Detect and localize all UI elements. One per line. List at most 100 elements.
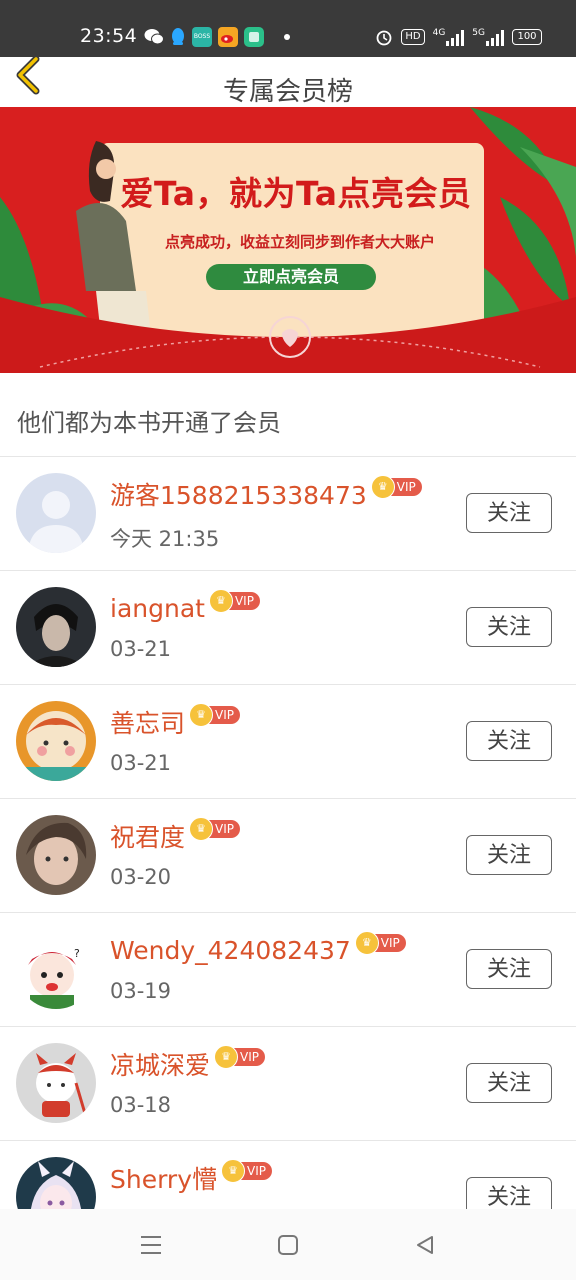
boss-icon: BOSS: [192, 27, 212, 47]
member-date: 03-20: [110, 865, 172, 889]
member-name[interactable]: 祝君度: [110, 818, 185, 854]
crown-icon: ♛: [221, 1159, 246, 1183]
member-name[interactable]: 善忘司: [110, 704, 185, 740]
vip-badge: ♛ VIP: [189, 703, 240, 727]
follow-button[interactable]: 关注: [466, 1063, 552, 1103]
signal-icon: [446, 30, 465, 46]
menu-button[interactable]: [131, 1227, 171, 1263]
vip-label: VIP: [215, 708, 234, 722]
back-triangle-icon: [417, 1236, 433, 1254]
dot-icon: [284, 34, 290, 40]
follow-button[interactable]: 关注: [466, 493, 552, 533]
avatar[interactable]: [16, 701, 96, 781]
list-item[interactable]: 祝君度 ♛ VIP 03-20 关注: [0, 799, 576, 913]
vip-label: VIP: [240, 1050, 259, 1064]
member-name[interactable]: 游客1588215338473: [110, 476, 367, 512]
network-label: 4G: [432, 28, 446, 38]
list-item[interactable]: 善忘司 ♛ VIP 03-21 关注: [0, 685, 576, 799]
avatar[interactable]: ?: [16, 929, 96, 1009]
network-label: 5G: [472, 28, 485, 38]
follow-button[interactable]: 关注: [466, 721, 552, 761]
avatar[interactable]: [16, 1043, 96, 1123]
promo-banner[interactable]: 爱Ta，就为Ta点亮会员 点亮成功，收益立刻同步到作者大大账户 立即点亮会员: [0, 107, 576, 373]
member-name-line: 游客1588215338473 ♛ VIP: [110, 475, 422, 512]
cartoon-avatar: [16, 1043, 96, 1123]
list-item[interactable]: iangnat ♛ VIP 03-21 关注: [0, 571, 576, 685]
signal-5g: 5G: [472, 28, 504, 46]
vip-label: VIP: [396, 480, 416, 494]
member-date: 03-19: [110, 979, 172, 1003]
vip-label: VIP: [247, 1164, 266, 1178]
crown-icon: ♛: [189, 703, 214, 727]
follow-button[interactable]: 关注: [466, 835, 552, 875]
banner-title: 爱Ta，就为Ta点亮会员: [120, 174, 472, 213]
signal-4g: 4G: [433, 28, 465, 46]
svg-text:?: ?: [74, 947, 80, 960]
member-name[interactable]: iangnat: [110, 594, 205, 623]
top-bar: 专属会员榜: [0, 55, 576, 107]
crown-icon: ♛: [189, 817, 214, 841]
avatar[interactable]: [16, 815, 96, 895]
avatar[interactable]: [16, 587, 96, 667]
home-button[interactable]: [268, 1227, 308, 1263]
member-name-line: Wendy_424082437 ♛ VIP: [110, 931, 406, 965]
app-screen: 23:54 BOSS HD 4G 5G 100 专属会员榜 爱Ta，就为Ta点亮…: [0, 0, 576, 1280]
member-name-line: iangnat ♛ VIP: [110, 589, 260, 623]
anime-avatar: [16, 1157, 96, 1209]
vip-badge: ♛ VIP: [189, 817, 240, 841]
vip-badge: ♛ VIP: [221, 1159, 272, 1183]
crown-icon: ♛: [370, 475, 395, 499]
member-name[interactable]: Wendy_424082437: [110, 936, 351, 965]
notification-icons: BOSS: [144, 26, 290, 48]
crown-icon: ♛: [354, 931, 379, 955]
weibo-icon: [218, 27, 238, 47]
cartoon-avatar: [16, 701, 96, 781]
status-bar: 23:54 BOSS HD 4G 5G 100: [0, 0, 576, 57]
member-name-line: 善忘司 ♛ VIP: [110, 703, 240, 740]
follow-button[interactable]: 关注: [466, 607, 552, 647]
avatar[interactable]: [16, 473, 96, 553]
envelope-decoration: [0, 297, 576, 373]
menu-icon: [141, 1236, 161, 1254]
member-date: 03-21: [110, 751, 172, 775]
member-name[interactable]: 凉城深爱: [110, 1046, 210, 1082]
system-navigation-bar: [0, 1209, 576, 1280]
list-item[interactable]: Sherry懵 ♛VIP 03-18 关注: [0, 1141, 576, 1209]
section-title: 他们都为本书开通了会员: [0, 373, 576, 457]
back-nav-button[interactable]: [405, 1227, 445, 1263]
vip-badge: ♛ VIP: [354, 931, 406, 955]
member-list: 游客1588215338473 ♛ VIP 今天 21:35 关注 iangnat…: [0, 457, 576, 1209]
list-item[interactable]: ? Wendy_424082437 ♛ VIP 03-19 关注: [0, 913, 576, 1027]
app-icon: [244, 27, 264, 47]
crown-icon: ♛: [208, 589, 233, 613]
member-date: 03-21: [110, 637, 172, 661]
crown-icon: ♛: [214, 1045, 239, 1069]
follow-button[interactable]: 关注: [466, 1177, 552, 1209]
member-name-line: 祝君度 ♛ VIP: [110, 817, 240, 854]
vip-badge: ♛ VIP: [208, 589, 260, 613]
member-name-line: Sherry懵 ♛ VIP: [110, 1159, 272, 1196]
system-indicators: HD 4G 5G 100: [375, 26, 542, 48]
vip-label: VIP: [380, 936, 400, 950]
list-item[interactable]: 游客1588215338473 ♛ VIP 今天 21:35 关注: [0, 457, 576, 571]
status-time: 23:54: [80, 25, 138, 47]
member-name-line: 凉城深爱 ♛ VIP: [110, 1045, 265, 1082]
follow-button[interactable]: 关注: [466, 949, 552, 989]
member-name[interactable]: Sherry懵: [110, 1160, 217, 1196]
member-date: 03-18: [110, 1093, 172, 1117]
signal-icon: [486, 30, 504, 46]
hd-icon: HD: [401, 29, 425, 45]
avatar[interactable]: [16, 1157, 96, 1209]
qq-icon: [172, 28, 184, 45]
battery-icon: 100: [512, 29, 542, 45]
banner-subtitle: 点亮成功，收益立刻同步到作者大大账户: [164, 233, 435, 251]
cartoon-avatar: ?: [16, 929, 96, 1009]
photo-avatar: [16, 815, 96, 895]
list-item[interactable]: 凉城深爱 ♛ VIP 03-18 关注: [0, 1027, 576, 1141]
home-square-icon: [278, 1235, 298, 1255]
page-title: 专属会员榜: [222, 77, 353, 107]
alarm-icon: [376, 30, 392, 46]
vip-badge: ♛ VIP: [214, 1045, 265, 1069]
vip-label: VIP: [234, 594, 254, 608]
activate-membership-button[interactable]: 立即点亮会员: [206, 264, 376, 290]
